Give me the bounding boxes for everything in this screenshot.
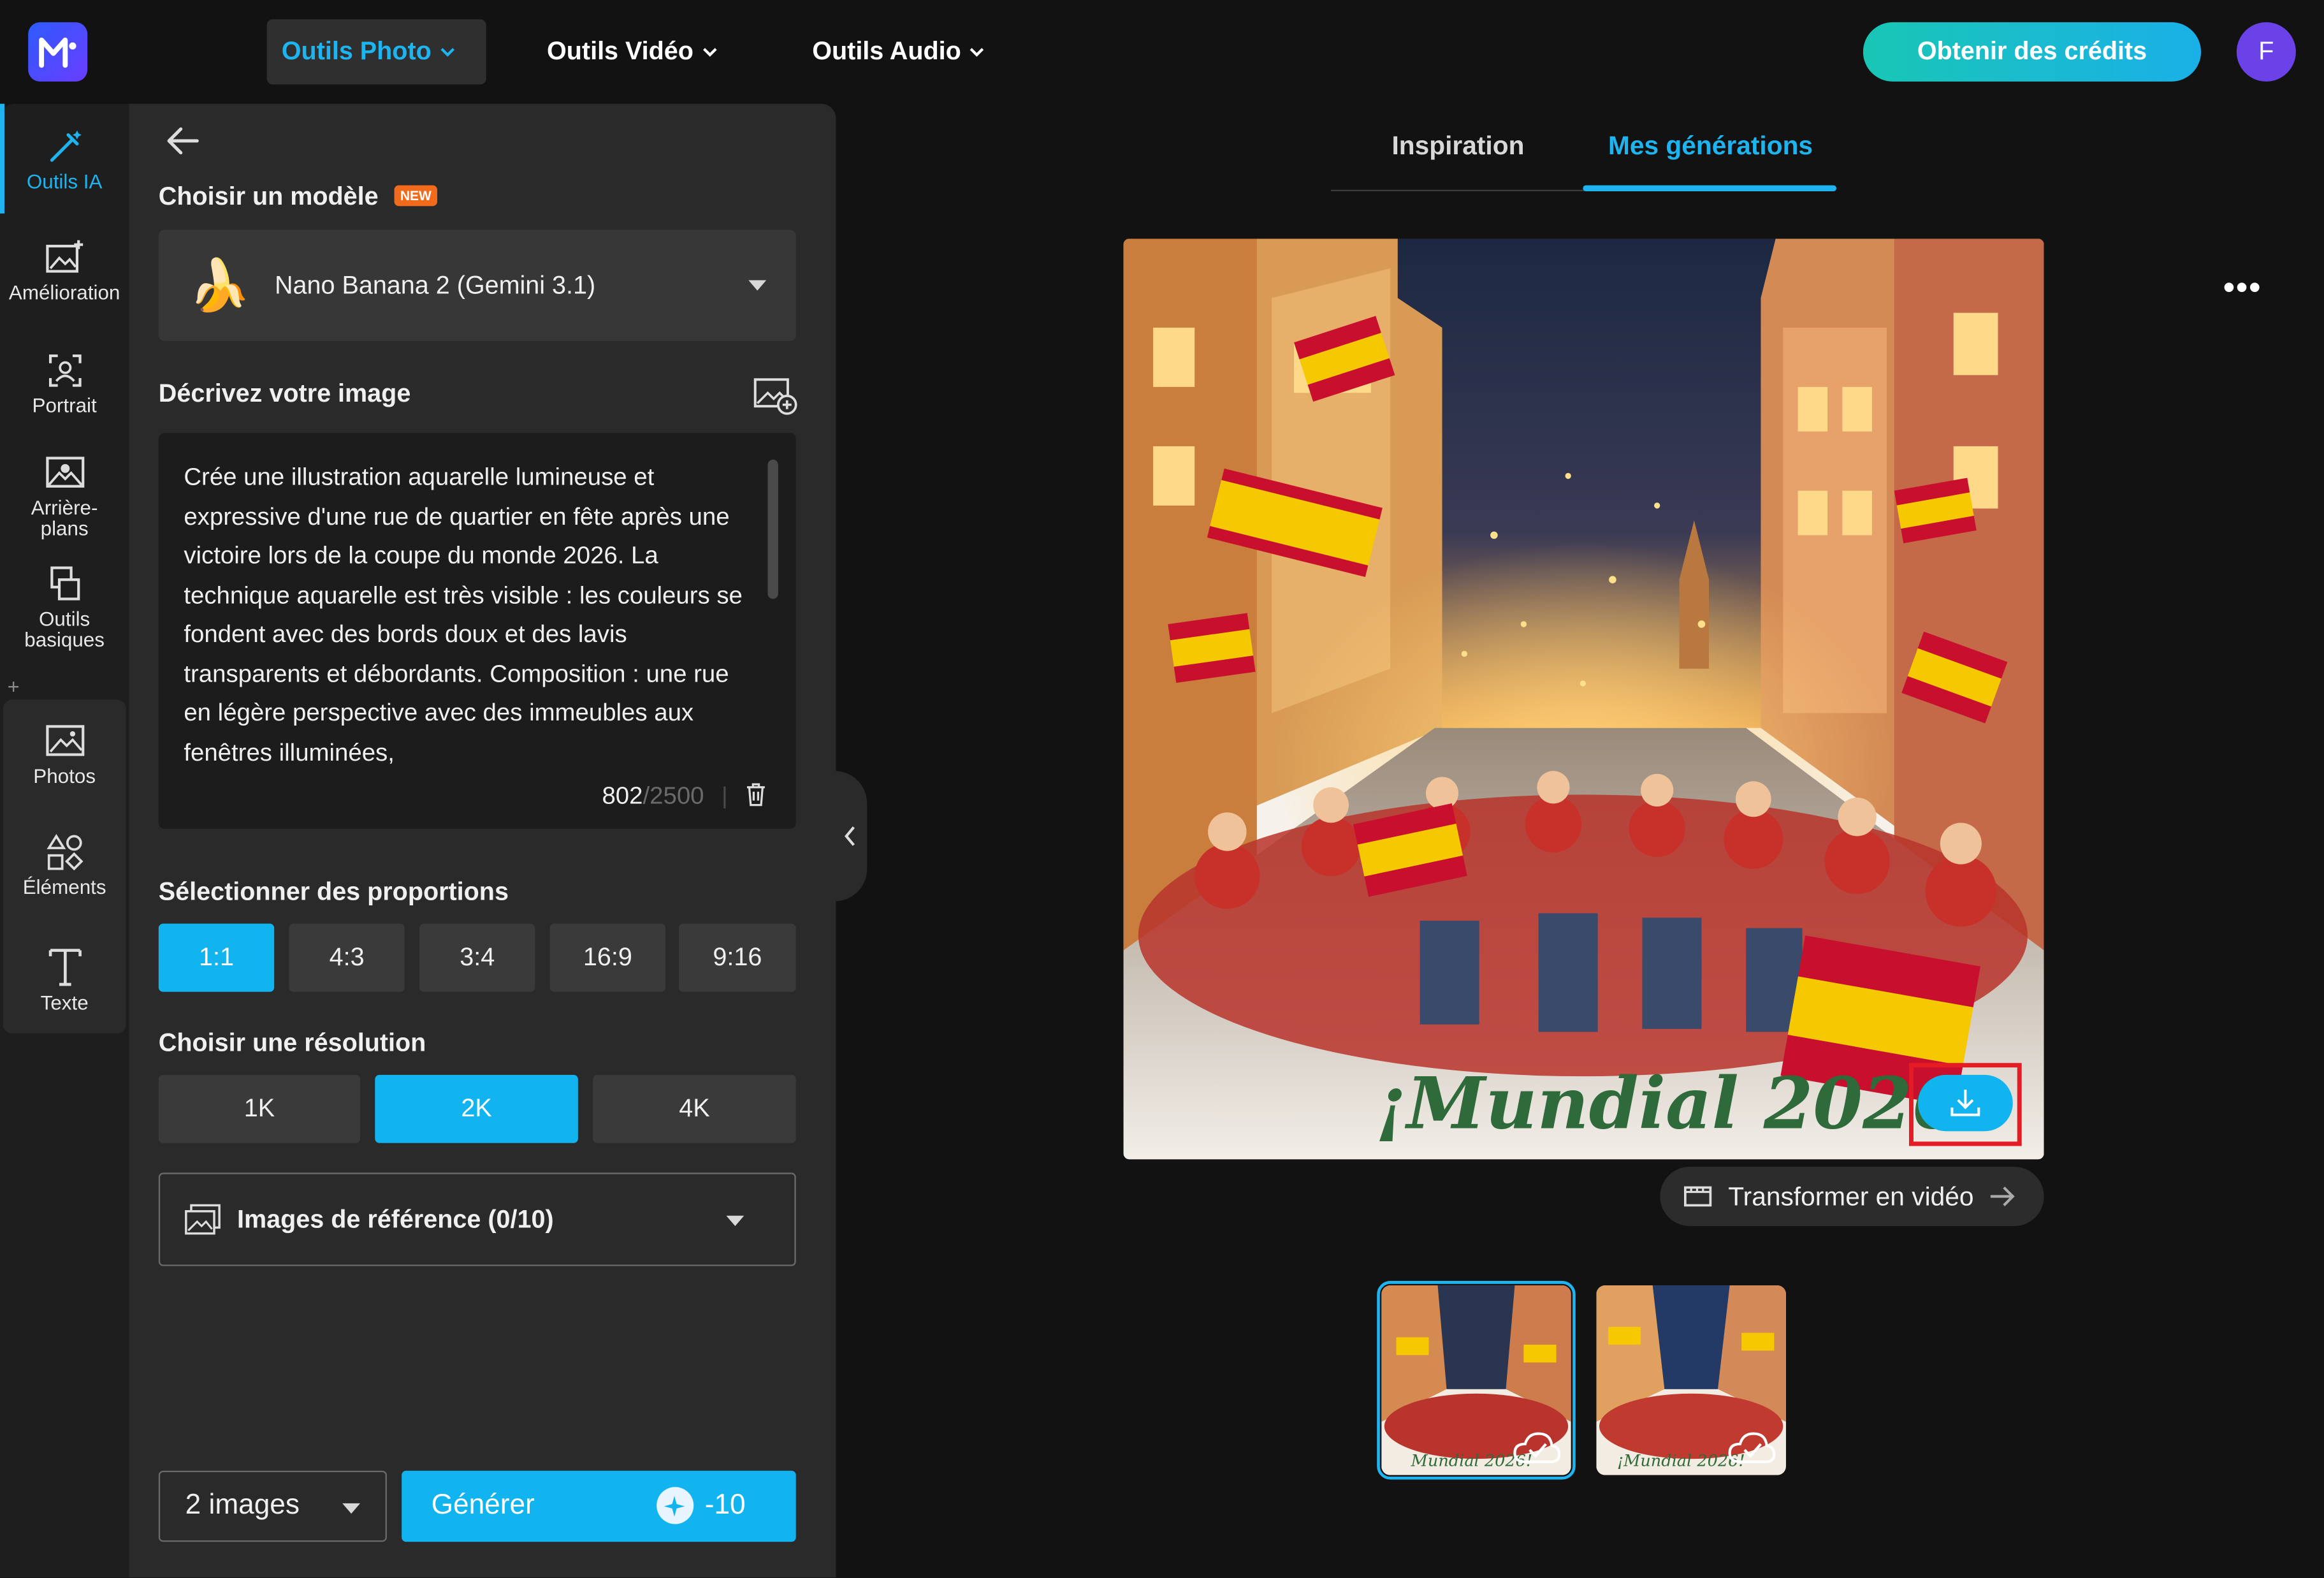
- nav-video-tools-label: Outils Vidéo: [547, 37, 694, 66]
- nav-audio-tools[interactable]: Outils Audio: [797, 19, 999, 84]
- thumbnail-caption: ¡Mundial 2026!: [1617, 1452, 1745, 1471]
- ratio-9-16-button[interactable]: 9:16: [678, 923, 796, 992]
- magic-wand-icon: [49, 130, 81, 162]
- chevron-left-icon: [845, 826, 855, 846]
- prompt-scrollbar[interactable]: [767, 459, 778, 599]
- cloud-check-icon: [1513, 1432, 1561, 1463]
- shapes-icon: [46, 833, 83, 871]
- rail-item-backgrounds[interactable]: Arrière-plans: [3, 454, 126, 541]
- generate-cost: -10: [656, 1487, 746, 1524]
- user-avatar[interactable]: F: [2236, 22, 2296, 82]
- transform-to-video-label: Transformer en vidéo: [1728, 1181, 1974, 1211]
- describe-section-title: Décrivez votre image: [158, 379, 411, 408]
- video-icon: [1684, 1186, 1712, 1207]
- rail-item-basic-tools[interactable]: Outils basiques: [3, 565, 126, 652]
- chevron-down-icon: [970, 48, 985, 57]
- char-counter: 802/2500: [602, 783, 704, 811]
- reference-images-select[interactable]: Images de référence (0/10): [158, 1173, 796, 1266]
- rail-add-icon[interactable]: +: [8, 675, 20, 698]
- resolution-section-title: Choisir une résolution: [158, 1028, 426, 1057]
- model-section-title: Choisir un modèle NEW: [158, 182, 438, 212]
- copy-icon: [50, 566, 80, 601]
- add-image-icon[interactable]: [753, 375, 797, 416]
- banana-icon: 🍌: [188, 257, 251, 314]
- rail-item-elements[interactable]: Éléments: [3, 833, 126, 899]
- ratio-section-title: Sélectionner des proportions: [158, 877, 509, 906]
- chevron-down-icon: [702, 48, 717, 57]
- nav-photo-tools[interactable]: Outils Photo: [266, 19, 486, 85]
- image-count-select[interactable]: 2 images: [158, 1470, 387, 1542]
- ratio-16-9-button[interactable]: 16:9: [549, 923, 666, 992]
- nav-audio-tools-label: Outils Audio: [812, 37, 961, 66]
- image-icon: [45, 725, 84, 756]
- text-icon: [48, 949, 81, 986]
- generate-button[interactable]: Générer -10: [402, 1470, 796, 1542]
- ratio-1-1-button[interactable]: 1:1: [158, 923, 275, 992]
- portrait-icon: [48, 354, 81, 387]
- rail-item-portrait[interactable]: Portrait: [3, 351, 126, 417]
- image-enhance-icon: [45, 240, 83, 273]
- more-options-icon[interactable]: •••: [2223, 268, 2262, 307]
- rail-item-photos[interactable]: Photos: [3, 722, 126, 787]
- generate-cost-value: -10: [704, 1489, 746, 1521]
- tab-inspiration[interactable]: Inspiration: [1391, 131, 1524, 162]
- credit-coin-icon: [656, 1487, 694, 1524]
- app-logo[interactable]: [28, 22, 88, 82]
- get-credits-button[interactable]: Obtenir des crédits: [1863, 22, 2202, 82]
- rail-item-label: Outils basiques: [24, 608, 105, 652]
- back-arrow-icon[interactable]: [164, 124, 200, 157]
- tab-my-generations[interactable]: Mes générations: [1608, 131, 1813, 162]
- rail-item-label: Portrait: [32, 394, 97, 417]
- thumbnail-2[interactable]: ¡Mundial 2026!: [1596, 1285, 1786, 1475]
- rail-item-ai-tools[interactable]: Outils IA: [3, 128, 126, 193]
- ratio-4-3-button[interactable]: 4:3: [289, 923, 405, 992]
- rail-item-text[interactable]: Texte: [3, 946, 126, 1014]
- trash-icon[interactable]: [746, 783, 767, 807]
- rail-item-label: Arrière-plans: [31, 496, 98, 540]
- resolution-2k-button[interactable]: 2K: [375, 1074, 578, 1143]
- arrow-right-icon: [1990, 1187, 2014, 1206]
- reference-images-label: Images de référence (0/10): [237, 1204, 554, 1233]
- top-bar: Outils Photo Outils Vidéo Outils Audio O…: [0, 0, 2324, 104]
- app-root: Outils Photo Outils Vidéo Outils Audio O…: [0, 0, 2324, 1578]
- watercolor-street-illustration: ¡Mundial 2026!: [1123, 238, 2044, 1160]
- char-count: 802: [602, 782, 643, 810]
- chevron-down-icon: [440, 48, 455, 57]
- generate-label: Générer: [431, 1489, 535, 1521]
- image-count-label: 2 images: [185, 1489, 300, 1521]
- model-select[interactable]: 🍌 Nano Banana 2 (Gemini 3.1): [158, 230, 796, 341]
- counter-separator: |: [722, 784, 728, 810]
- panel-collapse-handle[interactable]: [834, 771, 868, 902]
- char-max: /2500: [643, 782, 704, 810]
- thumbnail-1[interactable]: Mundial 2026!: [1377, 1281, 1576, 1480]
- caret-down-icon: [748, 280, 767, 291]
- rail-item-label: Texte: [40, 991, 89, 1014]
- download-highlight-box: [1908, 1063, 2022, 1146]
- rail-item-label: Éléments: [22, 876, 106, 899]
- ratio-3-4-button[interactable]: 3:4: [419, 923, 535, 992]
- caret-down-icon: [726, 1215, 744, 1227]
- rail-item-label: Outils IA: [26, 170, 103, 193]
- background-icon: [45, 457, 84, 488]
- rail-item-enhance[interactable]: Amélioration: [3, 238, 126, 304]
- caret-down-icon: [342, 1503, 361, 1514]
- resolution-1k-button[interactable]: 1K: [158, 1074, 361, 1143]
- transform-to-video-button[interactable]: Transformer en vidéo: [1660, 1167, 2044, 1227]
- logo-mark-icon: [39, 37, 76, 68]
- images-icon: [185, 1203, 221, 1234]
- new-badge: NEW: [394, 184, 438, 206]
- model-selected-label: Nano Banana 2 (Gemini 3.1): [274, 270, 596, 299]
- generated-image[interactable]: ¡Mundial 2026!: [1123, 238, 2044, 1160]
- cloud-check-icon: [1728, 1432, 1776, 1463]
- prompt-textarea[interactable]: Crée une illustration aquarelle lumineus…: [158, 432, 796, 829]
- image-caption: ¡Mundial 2026!: [1376, 1062, 1993, 1146]
- nav-video-tools[interactable]: Outils Vidéo: [532, 19, 732, 84]
- prompt-text: Crée une illustration aquarelle lumineus…: [184, 464, 743, 766]
- resolution-4k-button[interactable]: 4K: [593, 1074, 796, 1143]
- nav-photo-tools-label: Outils Photo: [281, 37, 432, 66]
- model-title-text: Choisir un modèle: [158, 182, 379, 211]
- active-tab-underline: [1583, 185, 1837, 191]
- rail-item-label: Amélioration: [8, 281, 120, 304]
- rail-item-label: Photos: [33, 764, 96, 787]
